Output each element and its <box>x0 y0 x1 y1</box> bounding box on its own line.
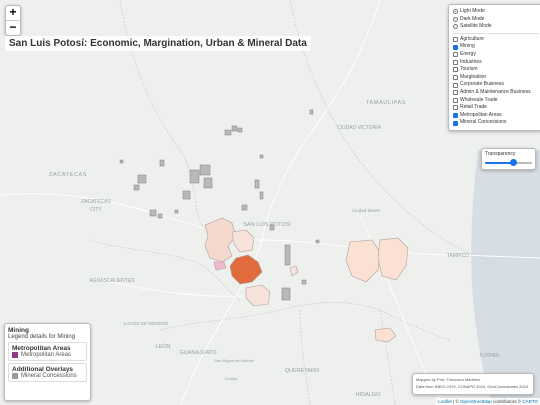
overlay-retail-trade[interactable]: Retail Trade <box>453 104 539 112</box>
label-san-luis-potosi: SAN LUIS POTOSÍ <box>243 221 291 228</box>
layer-separator <box>453 32 539 34</box>
label-ciudad-mante: Ciudad Mante <box>352 208 381 213</box>
base-satellite-mode[interactable]: Satellite Mode <box>453 23 539 31</box>
checkbox-metropolitan-areas[interactable] <box>453 113 458 119</box>
checkbox-agriculture[interactable] <box>453 37 458 43</box>
overlay-margination[interactable]: Margination <box>453 74 539 82</box>
legend-panel: Mining Legend details for Mining Metropo… <box>4 323 91 401</box>
transparency-label: Transparency <box>485 151 516 157</box>
zoom-in-button[interactable]: + <box>6 6 20 20</box>
legend-section-overlays: Additional Overlays Mineral Concessions <box>8 363 87 382</box>
legend-heading-metropolitan: Metropolitan Areas <box>12 345 71 352</box>
layer-control: Light Mode Dark Mode Satellite Mode Agri… <box>448 4 540 131</box>
label-lagos-de-moreno: LAGOS DE MORENO <box>124 321 169 326</box>
legend-section-metropolitan: Metropolitan Areas Metropolitan Areas <box>8 342 87 361</box>
label-tamaulipas: TAMAULIPAS <box>366 100 406 106</box>
overlay-corporate-business[interactable]: Corporate Business <box>453 81 539 89</box>
checkbox-wholesale-trade[interactable] <box>453 97 458 103</box>
leaflet-link[interactable]: Leaflet <box>438 399 452 404</box>
label-zacatecas-city: ZACATECAS <box>81 199 111 205</box>
overlay-admin-maintenance[interactable]: Admin & Maintenance Business <box>453 89 539 97</box>
overlay-industries[interactable]: Industries <box>453 59 539 67</box>
base-light-mode[interactable]: Light Mode <box>453 8 539 16</box>
overlay-wholesale-trade[interactable]: Wholesale Trade <box>453 97 539 105</box>
slider-thumb[interactable] <box>510 159 518 166</box>
checkbox-admin-maintenance[interactable] <box>453 90 458 96</box>
credits-box: Mapped by Prof. Francisco Martinez Data … <box>412 373 534 395</box>
slider-fill <box>485 162 514 164</box>
label-celaya: Celaya <box>225 376 238 381</box>
overlay-metropolitan-areas[interactable]: Metropolitan Areas <box>453 112 539 120</box>
checkbox-retail-trade[interactable] <box>453 105 458 111</box>
overlay-agriculture[interactable]: Agriculture <box>453 36 539 44</box>
label-guanajuato: GUANAJUATO <box>179 350 217 356</box>
legend-item-mineral: Mineral Concessions <box>12 373 83 379</box>
credit-sources: Data from INEGI 2019, CONAPO 2024, GeoCo… <box>416 384 529 389</box>
label-leon: LEÓN <box>156 343 171 350</box>
overlay-mining[interactable]: Mining <box>453 43 539 51</box>
legend-item-metropolitan: Metropolitan Areas <box>12 352 83 358</box>
radio-satellite-mode[interactable] <box>453 24 458 30</box>
map-title: San Luis Potosí: Economic, Margination, … <box>5 36 311 51</box>
overlay-mineral-concessions[interactable]: Mineral Concessions <box>453 119 539 127</box>
label-zacatecas-state: ZACATECAS <box>49 172 87 178</box>
overlay-energy[interactable]: Energy <box>453 51 539 59</box>
label-ciudad-victoria: CIUDAD VICTORIA <box>337 125 382 131</box>
label-zacatecas-city-suffix: CITY <box>90 207 102 213</box>
label-tampico: TAMPICO <box>447 253 470 259</box>
radio-light-mode[interactable] <box>453 9 458 15</box>
label-san-miguel: San Miguel de Allende <box>214 358 255 363</box>
checkbox-mineral-concessions[interactable] <box>453 120 458 126</box>
metro-area-slp-west <box>204 217 237 263</box>
legend-subtitle: Legend details for Mining <box>8 334 76 340</box>
label-aguascalientes: AGUASCALIENTES <box>89 278 135 284</box>
label-queretaro: QUERÉTARO <box>285 367 320 374</box>
transparency-slider[interactable] <box>485 159 532 167</box>
legend-swatch-mineral <box>12 373 18 379</box>
base-dark-mode[interactable]: Dark Mode <box>453 16 539 24</box>
legend-title: Mining <box>8 327 29 334</box>
checkbox-energy[interactable] <box>453 52 458 58</box>
osm-link[interactable]: OpenStreetMap <box>460 399 492 404</box>
attribution: Leaflet | © OpenStreetMap contributors ©… <box>436 398 540 405</box>
transparency-control: Transparency <box>481 148 536 170</box>
checkbox-industries[interactable] <box>453 59 458 65</box>
checkbox-mining[interactable] <box>453 44 458 50</box>
checkbox-corporate-business[interactable] <box>453 82 458 88</box>
carto-link[interactable]: CARTO <box>522 399 538 404</box>
checkbox-tourism[interactable] <box>453 67 458 73</box>
overlay-tourism[interactable]: Tourism <box>453 66 539 74</box>
label-tuxpan: TUXPAN <box>479 353 499 359</box>
radio-dark-mode[interactable] <box>453 16 458 22</box>
credit-author: Mapped by Prof. Francisco Martinez <box>416 377 481 382</box>
legend-swatch-metropolitan <box>12 352 18 358</box>
legend-heading-overlays: Additional Overlays <box>12 366 74 373</box>
zoom-out-button[interactable]: − <box>6 20 20 35</box>
checkbox-margination[interactable] <box>453 75 458 81</box>
zoom-control: + − <box>5 5 21 36</box>
label-hidalgo: HIDALGO <box>356 392 381 398</box>
